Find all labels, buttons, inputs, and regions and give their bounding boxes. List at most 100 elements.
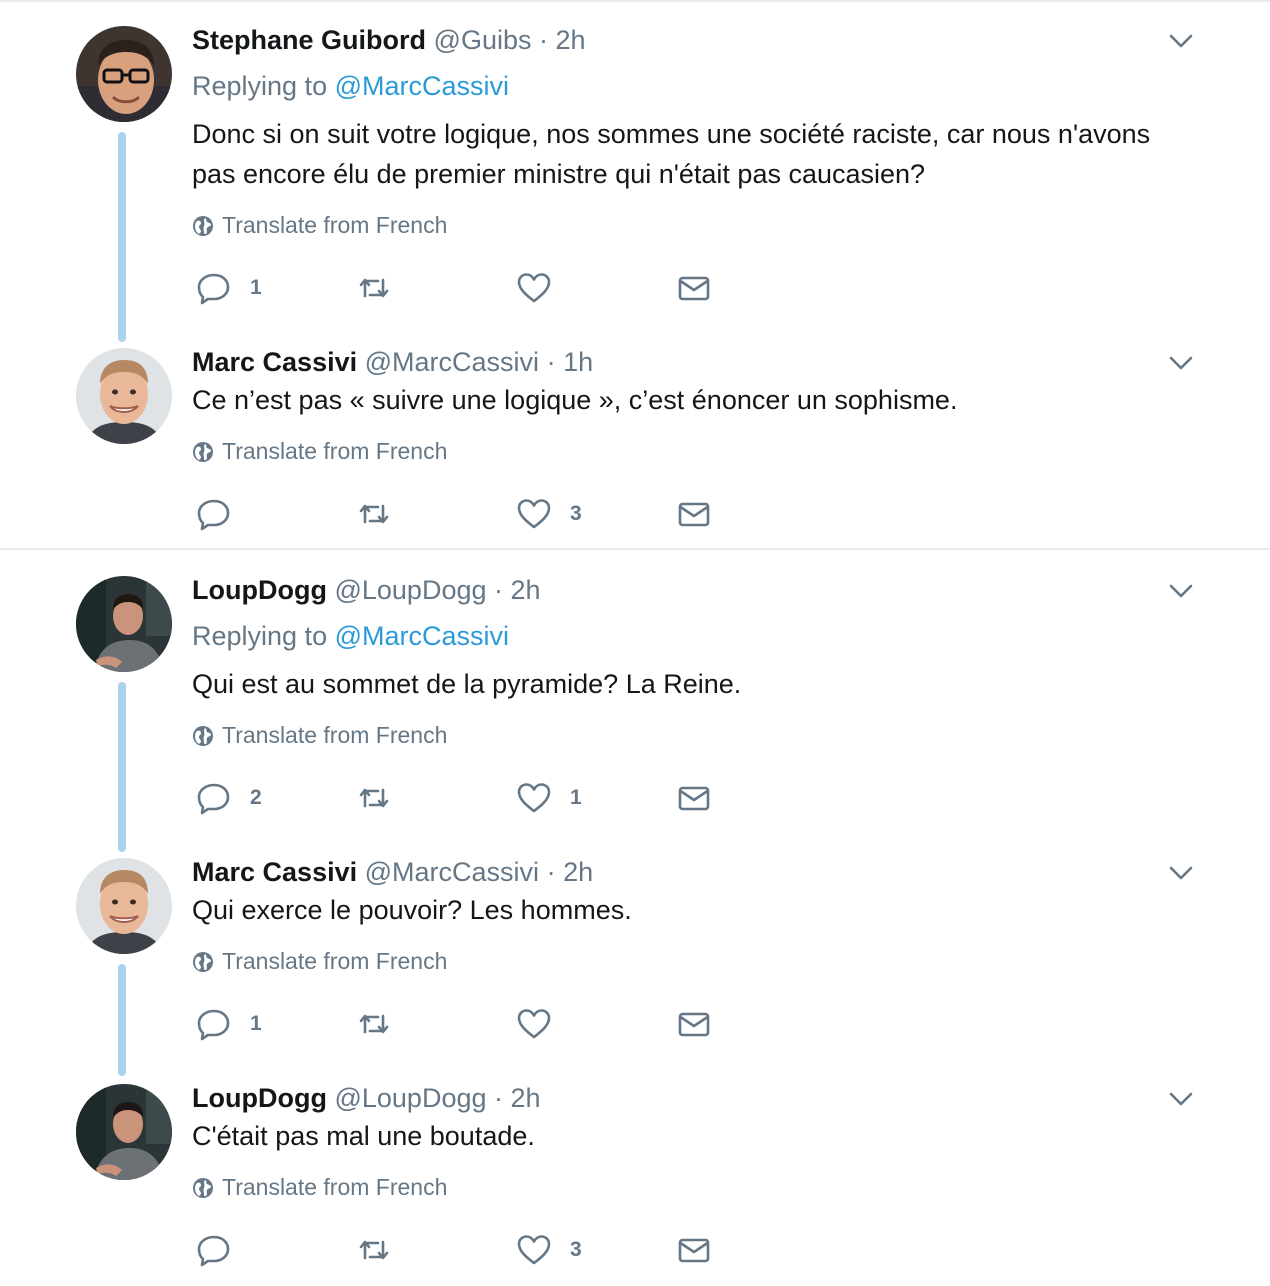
tweet[interactable]: Marc Cassivi @MarcCassivi · 2h Qui exerc… xyxy=(0,852,1270,1076)
author-name[interactable]: LoupDogg xyxy=(192,1083,327,1113)
separator-dot: · xyxy=(494,575,504,605)
author-handle[interactable]: @Guibs xyxy=(434,25,532,55)
avatar-dark-man-icon xyxy=(76,576,172,672)
reply-button[interactable]: 1 xyxy=(196,268,262,308)
chevron-down-icon[interactable] xyxy=(1168,1086,1194,1112)
globe-icon xyxy=(192,1177,214,1199)
like-button[interactable]: 1 xyxy=(516,778,582,818)
timestamp[interactable]: 2h xyxy=(511,575,541,605)
separator-dot: · xyxy=(494,1083,504,1113)
heart-icon xyxy=(516,780,552,816)
avatar-glasses-man-icon xyxy=(76,26,172,122)
tweet[interactable]: LoupDogg @LoupDogg · 2h Replying to @Mar… xyxy=(0,570,1270,852)
translate-link[interactable]: Translate from French xyxy=(192,210,447,240)
retweet-button[interactable] xyxy=(356,1230,410,1270)
replying-to: Replying to @MarcCassivi xyxy=(192,616,509,656)
retweet-button[interactable] xyxy=(356,494,410,534)
translate-link[interactable]: Translate from French xyxy=(192,436,447,466)
heart-icon xyxy=(516,1232,552,1268)
globe-icon xyxy=(192,441,214,463)
mail-icon xyxy=(676,496,712,532)
tweet-text: C'était pas mal une boutade. xyxy=(192,1121,535,1151)
replying-to-link[interactable]: @MarcCassivi xyxy=(335,621,509,651)
chevron-down-icon[interactable] xyxy=(1168,860,1194,886)
replying-to: Replying to @MarcCassivi xyxy=(192,66,509,106)
heart-icon xyxy=(516,270,552,306)
mail-icon xyxy=(676,1232,712,1268)
like-button[interactable]: 3 xyxy=(516,494,582,534)
reply-button[interactable] xyxy=(196,1230,250,1270)
like-button[interactable] xyxy=(516,1004,570,1044)
globe-icon xyxy=(192,215,214,237)
tweet-actions: 2 1 xyxy=(192,778,792,818)
tweet-actions: 1 xyxy=(192,1004,792,1044)
reply-button[interactable]: 1 xyxy=(196,1004,262,1044)
author-handle[interactable]: @LoupDogg xyxy=(334,575,486,605)
like-count: 1 xyxy=(570,786,582,809)
avatar[interactable] xyxy=(76,26,172,122)
avatar[interactable] xyxy=(76,576,172,672)
avatar-smiling-man-icon xyxy=(76,348,172,444)
tweet[interactable]: Stephane Guibord @Guibs · 2h Replying to… xyxy=(0,20,1270,342)
author-name[interactable]: Marc Cassivi xyxy=(192,857,357,887)
mail-icon xyxy=(676,1006,712,1042)
translate-link[interactable]: Translate from French xyxy=(192,946,447,976)
translate-link[interactable]: Translate from French xyxy=(192,720,447,750)
author-handle[interactable]: @LoupDogg xyxy=(334,1083,486,1113)
like-button[interactable]: 3 xyxy=(516,1230,582,1270)
avatar[interactable] xyxy=(76,1084,172,1180)
direct-message-button[interactable] xyxy=(676,494,712,534)
reply-count: 2 xyxy=(250,786,262,809)
reply-icon xyxy=(196,270,232,306)
reply-count: 1 xyxy=(250,1012,262,1035)
timestamp[interactable]: 2h xyxy=(563,857,593,887)
author-name[interactable]: Stephane Guibord xyxy=(192,25,426,55)
avatar[interactable] xyxy=(76,348,172,444)
author-handle[interactable]: @MarcCassivi xyxy=(365,347,539,377)
heart-icon xyxy=(516,1006,552,1042)
reply-icon xyxy=(196,1006,232,1042)
direct-message-button[interactable] xyxy=(676,268,712,308)
chevron-down-icon[interactable] xyxy=(1168,28,1194,54)
tweet-text: Qui est au sommet de la pyramide? La Rei… xyxy=(192,669,742,699)
like-count: 3 xyxy=(570,1238,582,1261)
timestamp[interactable]: 2h xyxy=(556,25,586,55)
separator-dot: · xyxy=(539,25,548,55)
direct-message-button[interactable] xyxy=(676,1004,712,1044)
timestamp[interactable]: 1h xyxy=(563,347,593,377)
direct-message-button[interactable] xyxy=(676,778,712,818)
thread-divider xyxy=(0,548,1270,550)
tweet-text: Donc si on suit votre logique, nos somme… xyxy=(192,119,1151,189)
avatar[interactable] xyxy=(76,858,172,954)
replying-to-label: Replying to xyxy=(192,621,328,651)
author-name[interactable]: Marc Cassivi xyxy=(192,347,357,377)
chevron-down-icon[interactable] xyxy=(1168,578,1194,604)
separator-dot: · xyxy=(546,347,556,377)
tweet-header: Marc Cassivi @MarcCassivi · 2h xyxy=(192,852,593,892)
retweet-icon xyxy=(356,1006,392,1042)
author-handle[interactable]: @MarcCassivi xyxy=(365,857,539,887)
like-count: 3 xyxy=(570,502,582,525)
reply-icon xyxy=(196,1232,232,1268)
tweet[interactable]: Marc Cassivi @MarcCassivi · 1h Ce n’est … xyxy=(0,342,1270,542)
thread-connector-line xyxy=(118,964,126,1076)
like-button[interactable] xyxy=(516,268,570,308)
mail-icon xyxy=(676,270,712,306)
direct-message-button[interactable] xyxy=(676,1230,712,1270)
chevron-down-icon[interactable] xyxy=(1168,350,1194,376)
translate-label: Translate from French xyxy=(222,948,448,974)
tweet[interactable]: LoupDogg @LoupDogg · 2h C'était pas mal … xyxy=(0,1078,1270,1284)
author-name[interactable]: LoupDogg xyxy=(192,575,327,605)
tweet-text: Qui exerce le pouvoir? Les hommes. xyxy=(192,895,632,925)
retweet-button[interactable] xyxy=(356,1004,410,1044)
reply-button[interactable]: 2 xyxy=(196,778,262,818)
thread-connector-line xyxy=(118,682,126,852)
retweet-button[interactable] xyxy=(356,778,410,818)
translate-link[interactable]: Translate from French xyxy=(192,1172,447,1202)
reply-icon xyxy=(196,780,232,816)
reply-button[interactable] xyxy=(196,494,250,534)
timestamp[interactable]: 2h xyxy=(511,1083,541,1113)
replying-to-link[interactable]: @MarcCassivi xyxy=(335,71,509,101)
retweet-button[interactable] xyxy=(356,268,410,308)
tweet-actions: 1 xyxy=(192,268,792,308)
